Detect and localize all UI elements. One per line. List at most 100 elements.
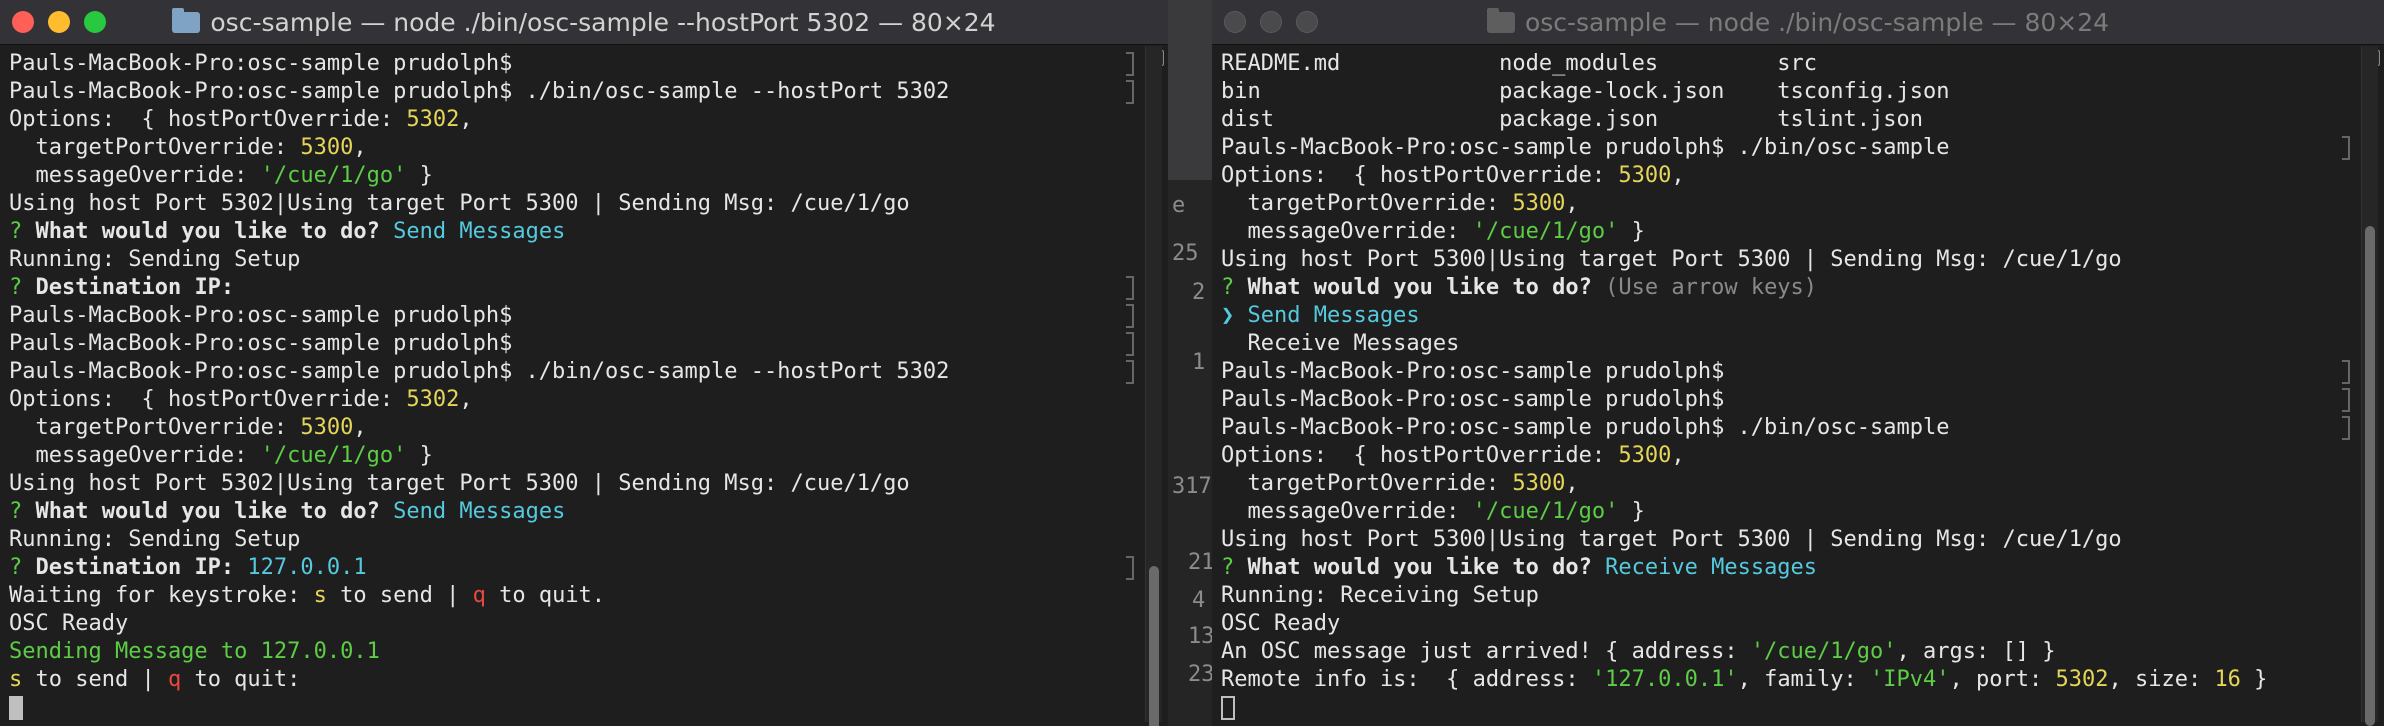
folder-icon bbox=[1486, 7, 1515, 33]
terminal-line: Pauls-MacBook-Pro:osc-sample prudolph$ bbox=[1221, 358, 2344, 386]
prompt-mark bbox=[2342, 360, 2350, 384]
background-text: 23 bbox=[1188, 662, 1215, 687]
terminal-text: Options: { hostPortOverride: bbox=[1221, 443, 1619, 468]
terminal-output[interactable]: README.md node_modules src bin package-lo… bbox=[1221, 50, 2344, 722]
terminal-text: '127.0.0.1' bbox=[1591, 667, 1738, 692]
terminal-line: Running: Sending Setup bbox=[9, 526, 1128, 554]
prompt-mark bbox=[1126, 276, 1134, 300]
terminal-text: } bbox=[1618, 499, 1645, 524]
terminal-line: Options: { hostPortOverride: 5302, bbox=[9, 106, 1128, 134]
terminal-text: ? bbox=[9, 499, 36, 524]
terminal-line: Remote info is: { address: '127.0.0.1' , … bbox=[1221, 666, 2344, 694]
close-button[interactable] bbox=[1224, 11, 1246, 33]
terminal-line: Pauls-MacBook-Pro:osc-sample prudolph$ .… bbox=[9, 78, 1128, 106]
terminal-line: Running: Receiving Setup bbox=[1221, 582, 2344, 610]
terminal-text: (Use arrow keys) bbox=[1605, 275, 1818, 300]
terminal-text: '/cue/1/go' bbox=[1750, 639, 1897, 664]
terminal-line: Using host Port 5302|Using target Port 5… bbox=[9, 190, 1128, 218]
terminal-text: messageOverride: bbox=[1221, 219, 1473, 244]
terminal-text: } bbox=[2240, 667, 2268, 692]
terminal-text: Running: Sending Setup bbox=[9, 527, 301, 552]
terminal-text: Pauls-MacBook-Pro:osc-sample prudolph$ bbox=[1221, 359, 1738, 384]
terminal-text: '/cue/1/go' bbox=[260, 443, 407, 468]
terminal-text: Destination IP: bbox=[35, 555, 248, 580]
scrollbar[interactable] bbox=[1145, 46, 1162, 726]
terminal-text: ? bbox=[9, 555, 36, 580]
text-cursor bbox=[1221, 696, 1235, 720]
terminal-window-left[interactable]: osc-sample — node ./bin/osc-sample --hos… bbox=[0, 0, 1168, 726]
terminal-text: messageOverride: bbox=[1221, 499, 1473, 524]
terminal-line: README.md node_modules src bbox=[1221, 50, 2344, 78]
terminal-text: , bbox=[353, 415, 367, 440]
terminal-line: s to send | q to quit: bbox=[9, 666, 1128, 694]
background-text: 4 bbox=[1192, 588, 1206, 613]
terminal-text: 5302 bbox=[406, 387, 460, 412]
close-button[interactable] bbox=[12, 11, 34, 33]
terminal-text: Options: { hostPortOverride: bbox=[1221, 163, 1619, 188]
terminal-text: Running: Sending Setup bbox=[9, 247, 301, 272]
terminal-text: , args: [] } bbox=[1896, 639, 2056, 664]
terminal-text: , bbox=[1565, 471, 1579, 496]
terminal-line: messageOverride: '/cue/1/go' } bbox=[9, 442, 1128, 470]
terminal-text: Sending Message to 127.0.0.1 bbox=[9, 639, 380, 664]
terminal-text: '/cue/1/go' bbox=[1472, 219, 1619, 244]
terminal-text: targetPortOverride: bbox=[1221, 471, 1513, 496]
terminal-line: ? What would you like to do? Receive Mes… bbox=[1221, 554, 2344, 582]
terminal-text: Waiting for keystroke: bbox=[9, 583, 314, 608]
title-bar[interactable]: osc-sample — node ./bin/osc-sample --hos… bbox=[0, 0, 1168, 45]
terminal-text: , bbox=[459, 107, 473, 132]
terminal-line: ? What would you like to do? Send Messag… bbox=[9, 498, 1128, 526]
terminal-line: Pauls-MacBook-Pro:osc-sample prudolph$ bbox=[9, 50, 1128, 78]
terminal-line: Pauls-MacBook-Pro:osc-sample prudolph$ .… bbox=[1221, 134, 2344, 162]
terminal-line: Options: { hostPortOverride: 5302, bbox=[9, 386, 1128, 414]
terminal-text: to quit: bbox=[181, 667, 301, 692]
terminal-text: s bbox=[313, 583, 327, 608]
terminal-text: 5300 bbox=[1512, 471, 1566, 496]
terminal-text: Pauls-MacBook-Pro:osc-sample prudolph$ .… bbox=[1221, 135, 1950, 160]
minimize-button[interactable] bbox=[48, 11, 70, 33]
terminal-text: } bbox=[406, 163, 433, 188]
prompt-mark bbox=[1126, 304, 1134, 328]
scrollbar-thumb[interactable] bbox=[1149, 566, 1159, 726]
zoom-button[interactable] bbox=[84, 11, 106, 33]
text-cursor bbox=[9, 696, 23, 720]
terminal-text: Receive Messages bbox=[1221, 331, 1460, 356]
terminal-text: Destination IP: bbox=[35, 275, 235, 300]
terminal-text: 5300 bbox=[1618, 163, 1672, 188]
zoom-button[interactable] bbox=[1296, 11, 1318, 33]
terminal-text: Using host Port 5302|Using target Port 5… bbox=[9, 191, 910, 216]
terminal-line: Pauls-MacBook-Pro:osc-sample prudolph$ bbox=[9, 330, 1128, 358]
terminal-line: Sending Message to 127.0.0.1 bbox=[9, 638, 1128, 666]
terminal-output[interactable]: Pauls-MacBook-Pro:osc-sample prudolph$ P… bbox=[9, 50, 1128, 722]
minimize-button[interactable] bbox=[1260, 11, 1282, 33]
terminal-line: Waiting for keystroke: s to send | q to … bbox=[9, 582, 1128, 610]
prompt-mark bbox=[1126, 332, 1134, 356]
terminal-line bbox=[1221, 694, 2344, 722]
title-bar[interactable]: osc-sample — node ./bin/osc-sample — 80×… bbox=[1212, 0, 2384, 45]
terminal-line: Using host Port 5300|Using target Port 5… bbox=[1221, 246, 2344, 274]
background-text: e bbox=[1172, 193, 1186, 218]
scrollbar-thumb[interactable] bbox=[2365, 226, 2375, 726]
terminal-line: targetPortOverride: 5300, bbox=[1221, 190, 2344, 218]
terminal-text: 5302 bbox=[2055, 667, 2109, 692]
window-title: osc-sample — node ./bin/osc-sample — 80×… bbox=[1486, 7, 2109, 37]
terminal-text: , port: bbox=[1949, 667, 2056, 692]
scrollbar[interactable] bbox=[2361, 46, 2378, 726]
window-controls bbox=[1224, 11, 1318, 33]
terminal-window-right[interactable]: osc-sample — node ./bin/osc-sample — 80×… bbox=[1212, 0, 2384, 726]
terminal-text: '/cue/1/go' bbox=[260, 163, 407, 188]
terminal-line: Pauls-MacBook-Pro:osc-sample prudolph$ bbox=[9, 302, 1128, 330]
terminal-text: , bbox=[1671, 163, 1685, 188]
terminal-text: Remote info is: { address: bbox=[1221, 667, 1592, 692]
prompt-mark bbox=[2342, 388, 2350, 412]
terminal-line: messageOverride: '/cue/1/go' } bbox=[1221, 218, 2344, 246]
prompt-mark bbox=[2342, 416, 2350, 440]
terminal-text: q bbox=[472, 583, 486, 608]
terminal-line: targetPortOverride: 5300, bbox=[9, 134, 1128, 162]
terminal-line: Pauls-MacBook-Pro:osc-sample prudolph$ .… bbox=[1221, 414, 2344, 442]
terminal-text: ❯ Send Messages bbox=[1221, 303, 1420, 328]
terminal-text: targetPortOverride: bbox=[9, 415, 301, 440]
terminal-text: ? bbox=[1221, 555, 1248, 580]
terminal-text: 5300 bbox=[1618, 443, 1672, 468]
terminal-text: Pauls-MacBook-Pro:osc-sample prudolph$ bbox=[9, 331, 526, 356]
